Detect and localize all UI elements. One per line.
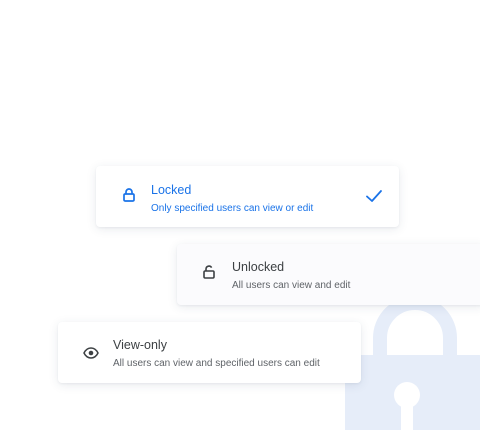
option-locked[interactable]: Locked Only specified users can view or … bbox=[96, 166, 399, 227]
padlock-illustration-icon bbox=[345, 300, 480, 430]
option-unlocked[interactable]: Unlocked All users can view and edit bbox=[177, 244, 480, 305]
unlock-icon bbox=[203, 265, 215, 279]
eye-icon bbox=[83, 347, 99, 359]
option-title: View-only bbox=[113, 338, 167, 352]
check-icon bbox=[366, 190, 382, 202]
option-title: Locked bbox=[151, 183, 192, 197]
option-title: Unlocked bbox=[232, 260, 285, 274]
option-description: All users can view and edit bbox=[232, 280, 351, 291]
option-view-only[interactable]: View-only All users can view and specifi… bbox=[58, 322, 361, 383]
option-description: Only specified users can view or edit bbox=[151, 203, 314, 214]
lock-icon bbox=[123, 188, 135, 202]
option-description: All users can view and specified users c… bbox=[113, 358, 320, 369]
